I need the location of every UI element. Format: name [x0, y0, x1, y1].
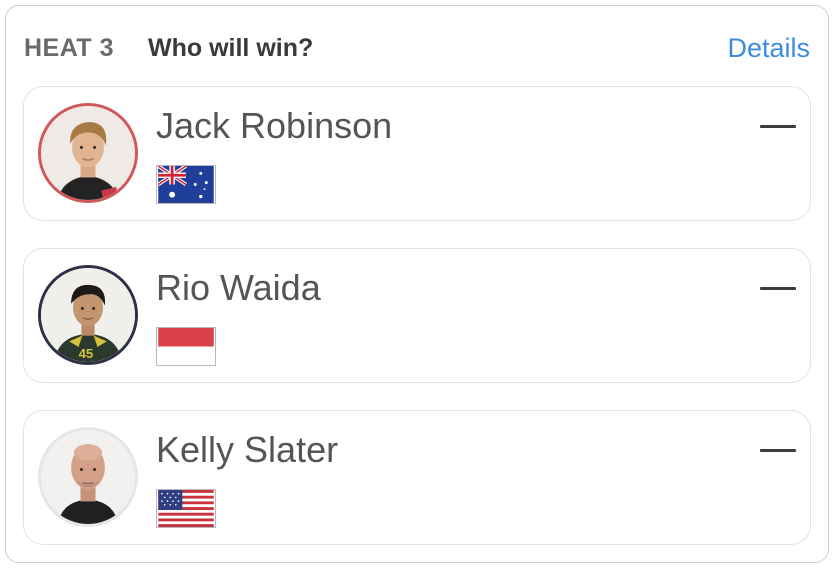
surfer-row-jack-robinson[interactable]: Jack Robinson — [23, 86, 811, 221]
pick-indicator-dash — [760, 449, 796, 452]
svg-text:45: 45 — [79, 346, 94, 361]
pick-indicator-dash — [760, 125, 796, 128]
avatar: 45 — [38, 265, 138, 365]
surfer-row-kelly-slater[interactable]: Kelly Slater — [23, 410, 811, 545]
usa-flag-icon — [156, 489, 216, 528]
indonesia-flag-icon — [156, 327, 216, 366]
surfer-name: Jack Robinson — [156, 105, 393, 146]
question-title: Who will win? — [148, 34, 314, 62]
surfer-photo-icon — [41, 106, 135, 200]
surfer-name: Rio Waida — [156, 267, 321, 308]
heat-prediction-card: HEAT 3 Who will win? Details Jack Robins… — [5, 5, 829, 563]
pick-indicator-dash — [760, 287, 796, 290]
australia-flag-icon — [156, 165, 216, 204]
surfer-photo-icon: 45 — [41, 268, 135, 362]
surfer-name: Kelly Slater — [156, 429, 339, 470]
avatar — [38, 103, 138, 203]
details-link[interactable]: Details — [727, 33, 810, 64]
card-header: HEAT 3 Who will win? Details — [6, 6, 828, 86]
avatar — [38, 427, 138, 527]
surfer-photo-icon — [41, 430, 135, 524]
heat-label: HEAT 3 — [24, 34, 115, 62]
surfer-row-rio-waida[interactable]: 45 Rio Waida — [23, 248, 811, 383]
